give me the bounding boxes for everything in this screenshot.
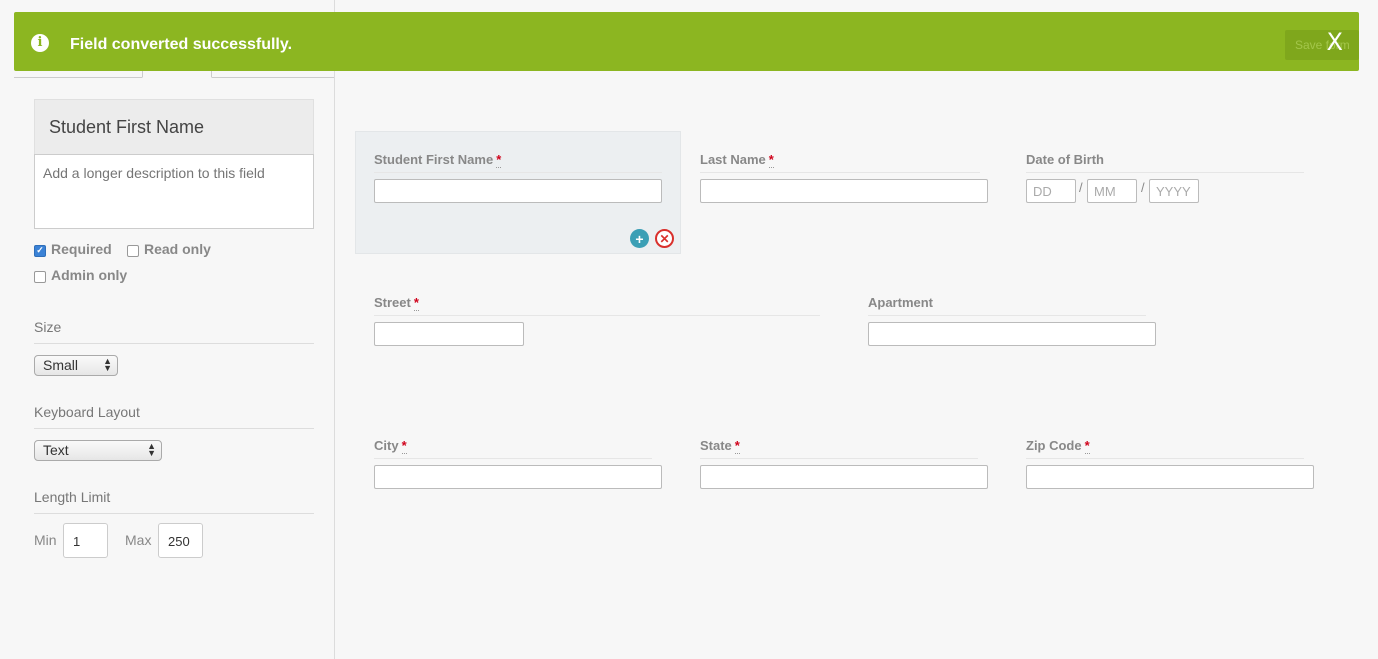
admin-only-label: Admin only — [51, 267, 128, 283]
dob-year-input[interactable]: YYYY — [1149, 179, 1199, 203]
field-description-textarea[interactable] — [34, 154, 314, 229]
apartment-input[interactable] — [868, 322, 1156, 346]
last-name-input[interactable] — [700, 179, 988, 203]
street-input[interactable] — [374, 322, 524, 346]
keyboard-select-value: Text — [43, 442, 69, 458]
size-select-value: Small — [43, 357, 79, 373]
required-label: Required — [51, 241, 112, 257]
min-label: Min — [34, 532, 57, 548]
admin-only-option[interactable]: Admin only — [34, 267, 127, 283]
info-icon: i — [31, 34, 49, 52]
length-section-label: Length Limit — [34, 489, 314, 514]
state-label: State * — [700, 438, 978, 459]
plus-circle-icon[interactable]: + — [630, 229, 649, 248]
save-form-button[interactable]: Save form — [1285, 30, 1359, 60]
first-name-label: Student First Name * — [374, 152, 662, 173]
select-arrows-icon: ▲ ▼ — [103, 356, 112, 373]
keyboard-section-label: Keyboard Layout — [34, 404, 314, 429]
notification-message: Field converted successfully. — [70, 36, 293, 53]
required-mark: * — [401, 438, 407, 454]
dob-day-input[interactable]: DD — [1026, 179, 1076, 203]
size-section-label: Size — [34, 319, 314, 344]
read-only-checkbox[interactable] — [127, 244, 139, 257]
read-only-option[interactable]: Read only — [127, 241, 211, 257]
zip-code-input[interactable] — [1026, 465, 1314, 489]
keyboard-layout-select[interactable]: Text ▲ ▼ — [34, 440, 162, 461]
size-select[interactable]: Small ▲ ▼ — [34, 355, 118, 376]
required-mark: * — [734, 438, 740, 454]
max-length-input[interactable]: 250 — [158, 523, 203, 558]
last-name-label: Last Name * — [700, 152, 980, 173]
apartment-label: Apartment — [868, 295, 1146, 316]
x-circle-icon[interactable]: ✕ — [655, 229, 674, 248]
required-option[interactable]: ✓ Required — [34, 241, 112, 257]
first-name-input[interactable] — [374, 179, 662, 203]
zip-code-label: Zip Code * — [1026, 438, 1304, 459]
dob-month-input[interactable]: MM — [1087, 179, 1137, 203]
max-label: Max — [125, 532, 152, 548]
dob-label: Date of Birth — [1026, 152, 1304, 173]
min-length-input[interactable]: 1 — [63, 523, 108, 558]
success-notification: i Field converted successfully. Save for… — [14, 12, 1359, 71]
field-title-input[interactable]: Student First Name — [34, 99, 314, 154]
admin-only-checkbox[interactable] — [34, 270, 46, 283]
city-input[interactable] — [374, 465, 662, 489]
state-input[interactable] — [700, 465, 988, 489]
read-only-label: Read only — [144, 241, 211, 257]
required-mark: * — [496, 152, 502, 168]
date-separator: / — [1079, 180, 1083, 195]
select-arrows-icon: ▲ ▼ — [147, 441, 156, 458]
required-mark: * — [413, 295, 419, 311]
required-checkbox[interactable]: ✓ — [34, 244, 46, 257]
required-mark: * — [1084, 438, 1090, 454]
city-label: City * — [374, 438, 652, 459]
required-mark: * — [768, 152, 774, 168]
field-settings-sidebar: Add new field Edit field Student First N… — [0, 0, 335, 659]
date-separator: / — [1141, 180, 1145, 195]
close-icon[interactable]: X — [1327, 28, 1343, 56]
street-label: Street * — [374, 295, 820, 316]
